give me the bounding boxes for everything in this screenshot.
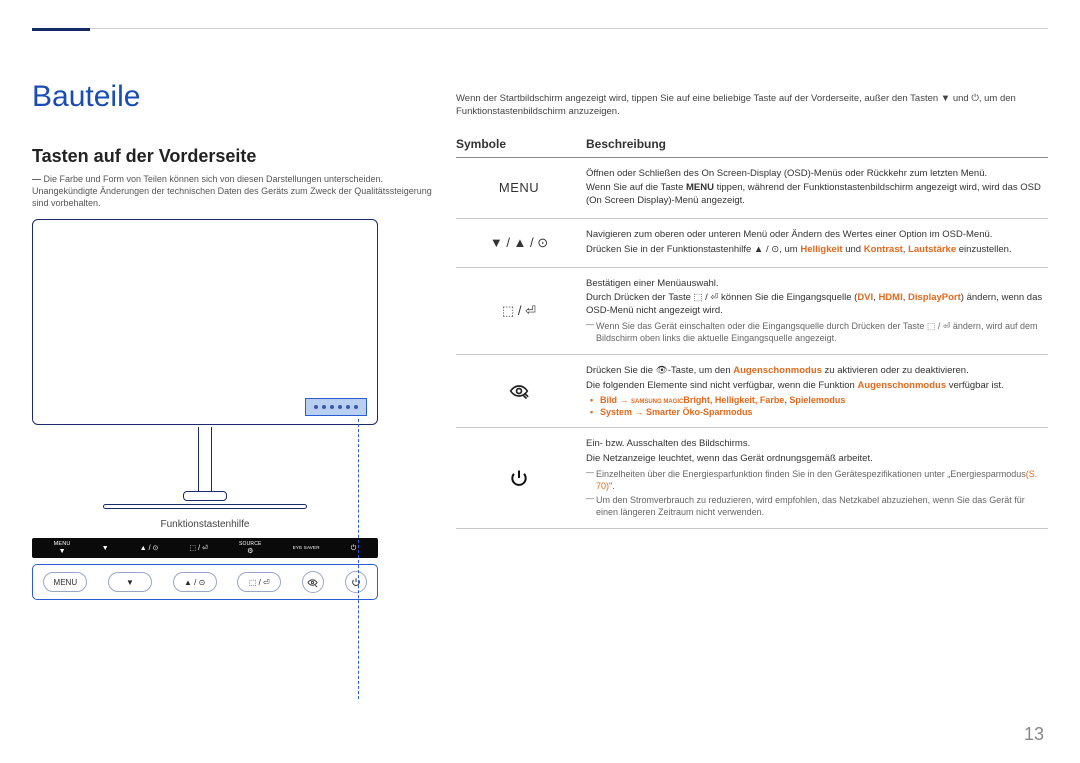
- desc-text: Navigieren zum oberen oder unteren Menü …: [586, 229, 1044, 242]
- list-item: Bild → SAMSUNG MAGICBright, Helligkeit, …: [600, 395, 1044, 405]
- list-item: System → Smarter Öko-Sparmodus: [600, 407, 1044, 417]
- btn-down: ▼: [108, 572, 152, 592]
- desc-subnote: Einzelheiten über die Energiesparfunktio…: [586, 468, 1044, 492]
- strip-eyesaver: EYE SAVER: [293, 546, 320, 551]
- eye-icon: [307, 577, 318, 588]
- callout-dashline: [358, 419, 359, 699]
- table-row: Drücken Sie die 👁-Taste, um den Augensch…: [456, 355, 1048, 428]
- desc-text: Die folgenden Elemente sind nicht verfüg…: [586, 380, 1044, 393]
- desc-power: Ein- bzw. Ausschalten des Bildschirms. D…: [586, 428, 1048, 529]
- col-description: Beschreibung: [586, 131, 1048, 158]
- controls-table: Symbole Beschreibung MENU Öffnen oder Sc…: [456, 131, 1048, 530]
- desc-text: Die Netzanzeige leuchtet, wenn das Gerät…: [586, 453, 1044, 466]
- power-icon: [351, 577, 361, 587]
- btn-up-target: ▲ / ⊙: [173, 572, 217, 592]
- desc-text: Ein- bzw. Ausschalten des Bildschirms.: [586, 438, 1044, 451]
- strip-enter: ⬚ / ⏎: [190, 545, 208, 552]
- button-strip-highlight: [305, 398, 367, 416]
- desc-nav: Navigieren zum oberen oder unteren Menü …: [586, 219, 1048, 268]
- table-row: Ein- bzw. Ausschalten des Bildschirms. D…: [456, 428, 1048, 529]
- unavailable-list: Bild → SAMSUNG MAGICBright, Helligkeit, …: [586, 395, 1044, 417]
- desc-text: Drücken Sie in der Funktionstastenhilfe …: [586, 244, 1044, 257]
- section-title: Tasten auf der Vorderseite: [32, 146, 432, 167]
- page-number: 13: [1024, 724, 1044, 745]
- monitor-neck: [198, 427, 212, 491]
- table-row: ⬚ / ⏎ Bestätigen einer Menüauswahl. Durc…: [456, 267, 1048, 355]
- desc-text: Öffnen oder Schließen des On Screen-Disp…: [586, 168, 1044, 181]
- desc-text: Drücken Sie die 👁-Taste, um den Augensch…: [586, 365, 1044, 378]
- symbol-power: [456, 428, 586, 529]
- osd-function-strip: MENU▼ ▼ ▲ / ⊙ ⬚ / ⏎ SOURCE⚙ EYE SAVER ⏻: [32, 538, 378, 558]
- desc-enter: Bestätigen einer Menüauswahl. Durch Drüc…: [586, 267, 1048, 355]
- desc-subnote: Wenn Sie das Gerät einschalten oder die …: [586, 320, 1044, 344]
- desc-subnote: Um den Stromverbrauch zu reduzieren, wir…: [586, 494, 1044, 518]
- desc-menu: Öffnen oder Schließen des On Screen-Disp…: [586, 157, 1048, 218]
- strip-down: ▼: [102, 545, 109, 552]
- chapter-title: Bauteile: [32, 80, 432, 114]
- symbol-enter: ⬚ / ⏎: [456, 267, 586, 355]
- monitor-hinge: [183, 491, 227, 501]
- section-note: ― Die Farbe und Form von Teilen können s…: [32, 173, 432, 209]
- monitor-figure: Funktionstastenhilfe MENU▼ ▼ ▲ / ⊙ ⬚ / ⏎…: [32, 219, 378, 600]
- desc-eye: Drücken Sie die 👁-Taste, um den Augensch…: [586, 355, 1048, 428]
- table-row: MENU Öffnen oder Schließen des On Screen…: [456, 157, 1048, 218]
- btn-menu: MENU: [43, 572, 87, 592]
- strip-source: SOURCE⚙: [239, 542, 262, 555]
- table-row: ▼ / ▲ / ⊙ Navigieren zum oberen oder unt…: [456, 219, 1048, 268]
- symbol-eye: [456, 355, 586, 428]
- col-symbols: Symbole: [456, 131, 586, 158]
- top-rule: [32, 28, 1048, 29]
- desc-text: Wenn Sie auf die Taste MENU tippen, währ…: [586, 182, 1044, 208]
- monitor-outline: [32, 219, 378, 425]
- desc-text: Bestätigen einer Menüauswahl.: [586, 278, 1044, 291]
- symbol-nav: ▼ / ▲ / ⊙: [456, 219, 586, 268]
- btn-power: [345, 571, 367, 593]
- symbol-menu: MENU: [456, 157, 586, 218]
- strip-menu: MENU▼: [54, 542, 71, 556]
- monitor-base: [103, 504, 307, 509]
- desc-text: Durch Drücken der Taste ⬚ / ⏎ können Sie…: [586, 292, 1044, 318]
- btn-eye: [302, 571, 324, 593]
- physical-buttons: MENU ▼ ▲ / ⊙ ⬚ / ⏎: [32, 564, 378, 600]
- strip-up-target: ▲ / ⊙: [140, 545, 159, 552]
- section-note-text: Die Farbe und Form von Teilen können sic…: [32, 174, 432, 208]
- eye-icon: [509, 381, 529, 401]
- figure-caption: Funktionstastenhilfe: [32, 519, 378, 530]
- btn-enter: ⬚ / ⏎: [237, 572, 281, 592]
- power-icon: [509, 468, 529, 488]
- strip-power: ⏻: [351, 545, 357, 552]
- intro-text: Wenn der Startbildschirm angezeigt wird,…: [456, 92, 1048, 119]
